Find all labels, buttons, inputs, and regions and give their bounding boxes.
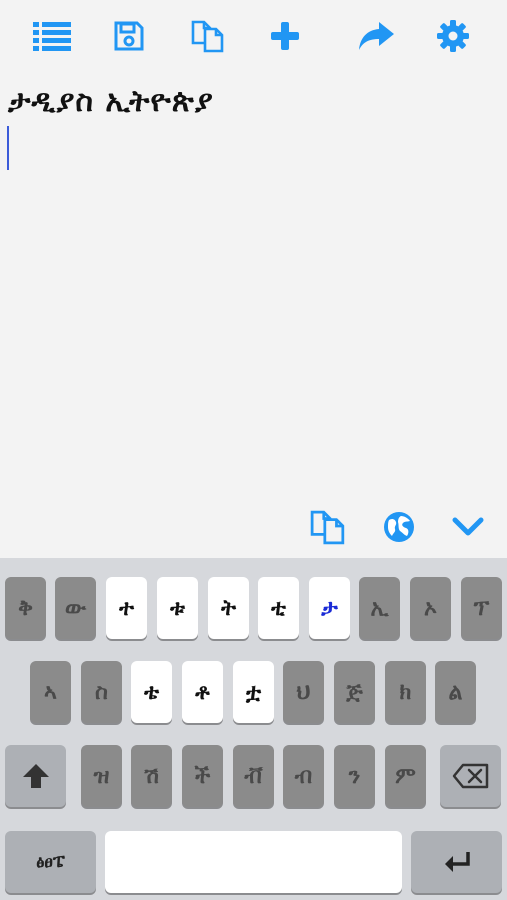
key[interactable]: ቶ	[182, 661, 223, 723]
key[interactable]: ስ	[81, 661, 122, 723]
key[interactable]: ሽ	[131, 745, 172, 807]
list-icon	[33, 22, 71, 51]
key[interactable]: ል	[435, 661, 476, 723]
language-switch-key[interactable]: ፅፀፔ	[5, 831, 96, 893]
key[interactable]: ቴ	[131, 661, 172, 723]
shift-key[interactable]	[5, 745, 66, 807]
top-toolbar	[0, 0, 507, 70]
settings-button[interactable]	[431, 14, 475, 58]
copy-button[interactable]	[186, 14, 230, 58]
chevron-down-icon	[452, 517, 484, 536]
key[interactable]: ህ	[283, 661, 324, 723]
key[interactable]: ቭ	[233, 745, 274, 807]
copy-text-button[interactable]	[305, 504, 351, 550]
copy-icon	[310, 510, 345, 545]
language-button[interactable]	[376, 504, 422, 550]
key[interactable]: ት	[208, 577, 249, 639]
key[interactable]: ቷ	[233, 661, 274, 723]
key[interactable]: ኢ	[359, 577, 400, 639]
key[interactable]: ፕ	[461, 577, 502, 639]
text-caret	[7, 126, 9, 170]
save-icon	[114, 21, 144, 51]
share-icon	[359, 22, 394, 50]
text-editor[interactable]: ታዲያስ ኢትዮጵያ	[0, 70, 507, 500]
key[interactable]: ተ	[106, 577, 147, 639]
key[interactable]: ቱ	[157, 577, 198, 639]
return-key[interactable]	[411, 831, 502, 893]
list-button[interactable]	[30, 14, 74, 58]
keyboard: ቅ ው ተ ቱ ት ቲ ታ ኢ ኦ ፕ ኣ ስ ቴ ቶ ቷ ህ ጅ ክ ል ዝ …	[0, 558, 507, 900]
key[interactable]: ቲ	[258, 577, 299, 639]
key[interactable]: ኦ	[410, 577, 451, 639]
key[interactable]: ኣ	[30, 661, 71, 723]
key[interactable]: ም	[385, 745, 426, 807]
key-highlighted[interactable]: ታ	[309, 577, 350, 639]
hide-keyboard-button[interactable]	[445, 504, 491, 550]
key[interactable]: ጅ	[334, 661, 375, 723]
gear-icon	[437, 20, 469, 52]
copy-icon	[191, 20, 224, 53]
space-key[interactable]	[105, 831, 402, 893]
save-button[interactable]	[107, 14, 151, 58]
key[interactable]: ች	[182, 745, 223, 807]
shift-arrow-icon	[22, 764, 49, 788]
return-arrow-icon	[444, 852, 470, 872]
backspace-icon	[452, 763, 488, 789]
key[interactable]: ው	[55, 577, 96, 639]
share-button[interactable]	[354, 14, 398, 58]
key[interactable]: ቅ	[5, 577, 46, 639]
globe-icon	[384, 512, 414, 542]
plus-icon	[271, 22, 299, 50]
key[interactable]: ን	[334, 745, 375, 807]
backspace-key[interactable]	[440, 745, 501, 807]
key[interactable]: ዝ	[81, 745, 122, 807]
editor-text: ታዲያስ ኢትዮጵያ	[8, 84, 214, 119]
new-button[interactable]	[263, 14, 307, 58]
key[interactable]: ክ	[385, 661, 426, 723]
key[interactable]: ብ	[283, 745, 324, 807]
